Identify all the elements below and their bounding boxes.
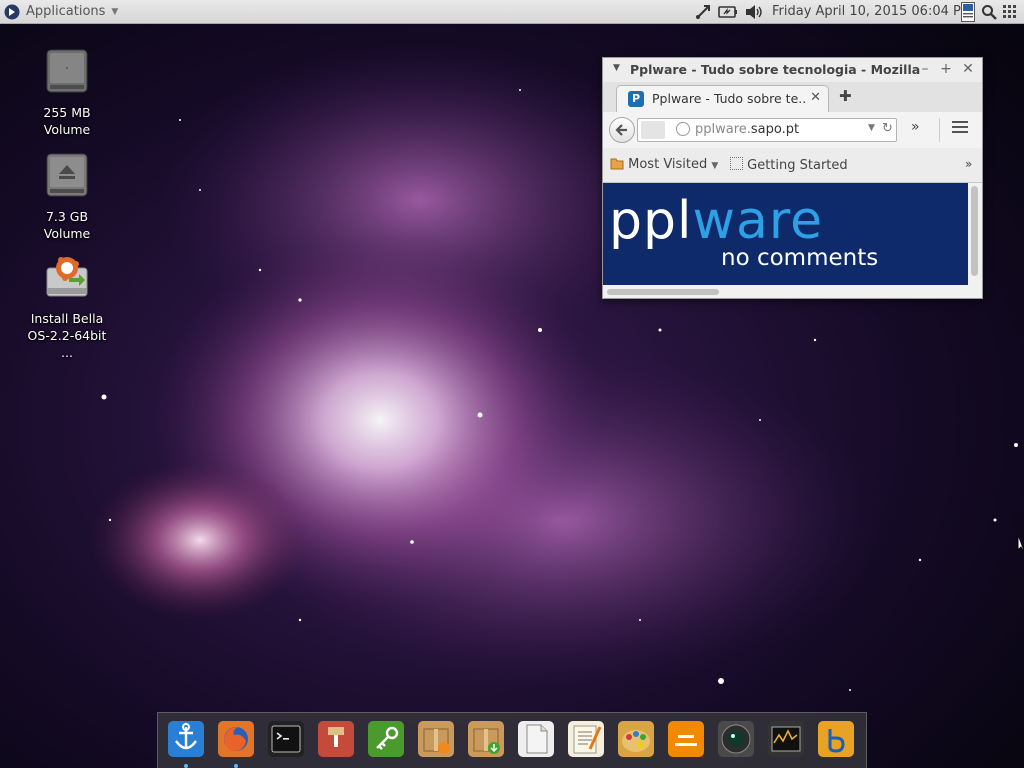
bookmark-label: Getting Started	[747, 158, 848, 173]
globe-icon	[676, 122, 690, 136]
dock-item[interactable]	[716, 719, 756, 759]
scrollbar-thumb[interactable]	[607, 289, 719, 295]
tab-bar: P Pplware - Tudo sobre te... ✕ ✚	[603, 82, 982, 113]
history-dropdown-icon[interactable]: ▼	[868, 123, 875, 133]
desktop-icon-255mb-volume[interactable]: 255 MB Volume	[22, 48, 112, 138]
dock-item[interactable]	[316, 719, 356, 759]
close-tab-icon[interactable]: ✕	[810, 90, 821, 105]
installer-icon	[46, 257, 88, 297]
page-icon	[730, 157, 743, 170]
desktop-icon-install-bella-os[interactable]: Install Bella OS-2.2-64bit ...	[22, 254, 112, 361]
running-indicator	[234, 764, 238, 768]
bookmarks-toolbar: Most Visited ▼ Getting Started »	[603, 148, 982, 183]
dock-item[interactable]	[816, 719, 856, 759]
window-menu-icon[interactable]: ▼	[613, 63, 620, 73]
paint-icon	[618, 721, 654, 757]
back-button[interactable]	[609, 117, 635, 143]
url-text: pplware.sapo.pt	[695, 122, 799, 137]
close-button[interactable]: ✕	[960, 61, 976, 77]
package-update-icon	[418, 721, 454, 757]
window-title: Pplware - Tudo sobre tecnologia - Mozill…	[630, 62, 921, 77]
bookmark-getting-started[interactable]: Getting Started	[730, 157, 848, 173]
archive-icon	[318, 721, 354, 757]
bella-icon	[818, 721, 854, 757]
tab-title: Pplware - Tudo sobre te...	[652, 91, 807, 106]
distro-logo-icon	[4, 4, 20, 19]
dock-item[interactable]	[616, 719, 656, 759]
desktop-icon-label: 7.3 GB Volume	[43, 209, 91, 241]
webcam-icon	[718, 721, 754, 757]
window-titlebar[interactable]: ▼ Pplware - Tudo sobre tecnologia - Mozi…	[603, 58, 982, 82]
navigation-toolbar: pplware.sapo.pt ▼ ↻ »	[603, 112, 982, 148]
logo-ppl: ppl	[609, 191, 693, 251]
site-identity-button[interactable]	[641, 121, 665, 139]
hamburger-menu-icon[interactable]	[952, 121, 968, 136]
search-icon[interactable]	[979, 0, 999, 24]
clock[interactable]: Friday April 10, 2015 06:04 PM	[772, 4, 972, 19]
applications-label: Applications	[26, 4, 106, 19]
dock-item[interactable]	[666, 719, 706, 759]
terminal-icon	[268, 721, 304, 757]
text-editor-icon	[568, 721, 604, 757]
url-host: sapo.pt	[750, 122, 800, 137]
scrollbar-thumb[interactable]	[971, 186, 978, 276]
bookmarks-overflow-icon[interactable]: »	[965, 157, 972, 171]
battery-icon[interactable]	[717, 0, 739, 24]
reload-icon[interactable]: ↻	[882, 121, 893, 136]
running-indicator	[184, 764, 188, 768]
page-content: pplware no comments	[603, 183, 982, 285]
url-bar[interactable]: pplware.sapo.pt ▼ ↻	[637, 118, 897, 142]
bookmark-most-visited[interactable]: Most Visited ▼	[610, 157, 718, 172]
toolbar-overflow-icon[interactable]: »	[911, 119, 920, 135]
pplware-logo: pplware	[609, 191, 823, 251]
chevron-down-icon: ▼	[111, 6, 119, 17]
chevron-down-icon: ▼	[711, 161, 719, 171]
document-icon	[518, 721, 554, 757]
grid-menu-icon[interactable]	[1000, 0, 1020, 24]
dock-item[interactable]	[166, 719, 206, 768]
mouse-pointer-icon	[1017, 536, 1024, 553]
toolbar-separator	[939, 118, 940, 142]
dock-item[interactable]	[516, 719, 556, 759]
desktop-icon-label: Install Bella OS-2.2-64bit ...	[27, 311, 107, 360]
dock-item[interactable]	[466, 719, 506, 759]
package-install-icon	[468, 721, 504, 757]
pplware-favicon-icon: P	[628, 91, 644, 107]
firefox-icon	[218, 721, 254, 757]
dock	[157, 712, 867, 768]
dock-item[interactable]	[366, 719, 406, 759]
new-tab-button[interactable]: ✚	[839, 87, 852, 105]
tab-pplware[interactable]: P Pplware - Tudo sobre te... ✕	[616, 85, 829, 112]
network-icon[interactable]	[692, 0, 714, 24]
maximize-button[interactable]: +	[938, 61, 954, 77]
system-monitor-icon	[768, 721, 804, 757]
dock-item[interactable]	[416, 719, 456, 759]
dock-item[interactable]	[766, 719, 806, 759]
anchor-icon	[168, 721, 204, 757]
vertical-scrollbar[interactable]	[968, 183, 982, 285]
top-panel: Applications ▼ Friday April 10, 2015 06:…	[0, 0, 1024, 24]
applications-menu[interactable]: Applications ▼	[0, 0, 124, 24]
user-icon[interactable]	[958, 0, 978, 24]
hard-drive-icon	[46, 49, 88, 93]
folder-icon	[610, 158, 624, 170]
key-icon	[368, 721, 404, 757]
dock-item[interactable]	[266, 719, 306, 759]
dock-item[interactable]	[566, 719, 606, 759]
pplware-banner[interactable]: pplware no comments	[603, 183, 968, 285]
desktop-icon-label: 255 MB Volume	[43, 105, 91, 137]
horizontal-scrollbar[interactable]	[603, 285, 982, 298]
volume-icon[interactable]	[743, 0, 765, 24]
banner-tagline: no comments	[721, 245, 879, 271]
arrow-left-icon	[615, 124, 627, 136]
minimize-button[interactable]: –	[917, 61, 933, 77]
logo-ware: ware	[692, 191, 824, 251]
dock-item[interactable]	[216, 719, 256, 768]
desktop-icon-7gb-volume[interactable]: 7.3 GB Volume	[22, 152, 112, 242]
firefox-window: ▼ Pplware - Tudo sobre tecnologia - Mozi…	[602, 57, 983, 299]
url-domain-prefix: pplware.	[695, 122, 751, 137]
vlc-icon	[668, 721, 704, 757]
bookmark-label: Most Visited	[628, 157, 708, 172]
removable-drive-icon	[46, 153, 88, 197]
